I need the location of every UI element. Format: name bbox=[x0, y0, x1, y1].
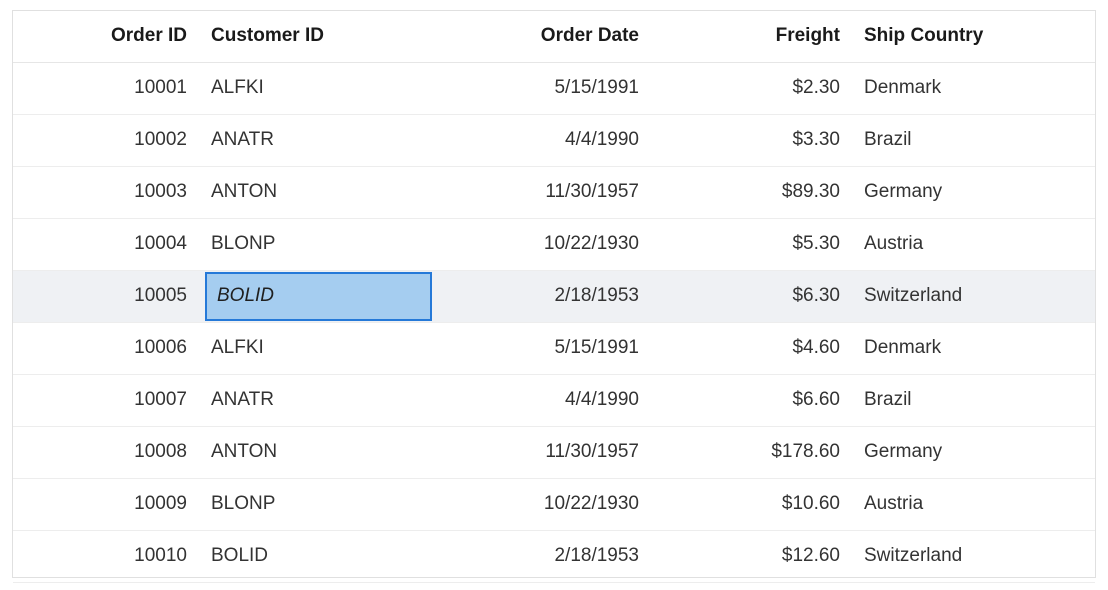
column-header-ship-country[interactable]: Ship Country bbox=[852, 11, 1095, 63]
column-header-freight[interactable]: Freight bbox=[651, 11, 852, 63]
cell-order_id[interactable]: 10001 bbox=[13, 62, 199, 115]
cell-order_date[interactable]: 11/30/1957 bbox=[438, 426, 651, 479]
cell-freight[interactable]: $5.30 bbox=[651, 218, 852, 271]
cell-customer_id[interactable]: ANATR bbox=[199, 374, 438, 427]
cell-ship_country[interactable]: Austria bbox=[852, 218, 1095, 271]
cell-freight[interactable]: $12.60 bbox=[651, 530, 852, 583]
table-row[interactable]: 10004 BLONP 10/22/1930 $5.30 Austria bbox=[13, 218, 1095, 271]
cell-customer_id-editing[interactable]: BOLID bbox=[199, 270, 438, 323]
cell-freight[interactable]: $6.30 bbox=[651, 270, 852, 323]
table-row[interactable]: 10007 ANATR 4/4/1990 $6.60 Brazil bbox=[13, 374, 1095, 427]
cell-freight[interactable]: $89.30 bbox=[651, 166, 852, 219]
cell-customer_id[interactable]: BLONP bbox=[199, 478, 438, 531]
cell-order_date[interactable]: 2/18/1953 bbox=[438, 270, 651, 323]
cell-order_date[interactable]: 10/22/1930 bbox=[438, 478, 651, 531]
cell-order_id[interactable]: 10004 bbox=[13, 218, 199, 271]
cell-customer_id[interactable]: ANTON bbox=[199, 166, 438, 219]
cell-order_id[interactable]: 10009 bbox=[13, 478, 199, 531]
cell-ship_country[interactable]: Denmark bbox=[852, 62, 1095, 115]
table-header: Order ID Customer ID Order Date Freight … bbox=[13, 11, 1095, 63]
column-header-order-id[interactable]: Order ID bbox=[13, 11, 199, 63]
data-grid: Order ID Customer ID Order Date Freight … bbox=[12, 10, 1096, 583]
cell-order_date[interactable]: 4/4/1990 bbox=[438, 374, 651, 427]
cell-freight[interactable]: $6.60 bbox=[651, 374, 852, 427]
table-body: 10001 ALFKI 5/15/1991 $2.30 Denmark 10002 ANAT… bbox=[13, 62, 1095, 583]
table-row[interactable]: 10006 ALFKI 5/15/1991 $4.60 Denmark bbox=[13, 322, 1095, 375]
cell-ship_country[interactable]: Switzerland bbox=[852, 530, 1095, 583]
cell-ship_country[interactable]: Switzerland bbox=[852, 270, 1095, 323]
cell-freight[interactable]: $178.60 bbox=[651, 426, 852, 479]
cell-order_date[interactable]: 4/4/1990 bbox=[438, 114, 651, 167]
cell-order_id[interactable]: 10008 bbox=[13, 426, 199, 479]
cell-order_id[interactable]: 10005 bbox=[13, 270, 199, 323]
cell-customer_id[interactable]: ALFKI bbox=[199, 62, 438, 115]
cell-ship_country[interactable]: Brazil bbox=[852, 114, 1095, 167]
cell-order_id[interactable]: 10007 bbox=[13, 374, 199, 427]
cell-order_id[interactable]: 10010 bbox=[13, 530, 199, 583]
table-row[interactable]: 10002 ANATR 4/4/1990 $3.30 Brazil bbox=[13, 114, 1095, 167]
cell-order_id[interactable]: 10002 bbox=[13, 114, 199, 167]
cell-ship_country[interactable]: Germany bbox=[852, 166, 1095, 219]
table-row[interactable]: 10005 BOLID 2/18/1953 $6.30 Switzerland bbox=[13, 270, 1095, 323]
cell-freight[interactable]: $3.30 bbox=[651, 114, 852, 167]
table-row[interactable]: 10001 ALFKI 5/15/1991 $2.30 Denmark bbox=[13, 62, 1095, 115]
table-row[interactable]: 10010 BOLID 2/18/1953 $12.60 Switzerland bbox=[13, 530, 1095, 583]
column-header-customer-id[interactable]: Customer ID bbox=[199, 11, 438, 63]
column-header-order-date[interactable]: Order Date bbox=[438, 11, 651, 63]
table-row[interactable]: 10003 ANTON 11/30/1957 $89.30 Germany bbox=[13, 166, 1095, 219]
cell-ship_country[interactable]: Brazil bbox=[852, 374, 1095, 427]
cell-customer_id[interactable]: BLONP bbox=[199, 218, 438, 271]
cell-customer_id[interactable]: ALFKI bbox=[199, 322, 438, 375]
cell-customer_id[interactable]: ANATR bbox=[199, 114, 438, 167]
cell-freight[interactable]: $2.30 bbox=[651, 62, 852, 115]
cell-freight[interactable]: $4.60 bbox=[651, 322, 852, 375]
cell-freight[interactable]: $10.60 bbox=[651, 478, 852, 531]
cell-order_date[interactable]: 5/15/1991 bbox=[438, 62, 651, 115]
table-row[interactable]: 10008 ANTON 11/30/1957 $178.60 Germany bbox=[13, 426, 1095, 479]
cell-ship_country[interactable]: Austria bbox=[852, 478, 1095, 531]
cell-customer_id[interactable]: BOLID bbox=[199, 530, 438, 583]
cell-customer_id[interactable]: ANTON bbox=[199, 426, 438, 479]
cell-editor-input[interactable]: BOLID bbox=[205, 271, 432, 321]
cell-order_date[interactable]: 2/18/1953 bbox=[438, 530, 651, 583]
orders-table: Order ID Customer ID Order Date Freight … bbox=[13, 11, 1095, 583]
cell-order_date[interactable]: 11/30/1957 bbox=[438, 166, 651, 219]
cell-order_id[interactable]: 10006 bbox=[13, 322, 199, 375]
cell-ship_country[interactable]: Germany bbox=[852, 426, 1095, 479]
table-row[interactable]: 10009 BLONP 10/22/1930 $10.60 Austria bbox=[13, 478, 1095, 531]
cell-order_date[interactable]: 10/22/1930 bbox=[438, 218, 651, 271]
cell-order_id[interactable]: 10003 bbox=[13, 166, 199, 219]
header-row: Order ID Customer ID Order Date Freight … bbox=[13, 11, 1095, 63]
cell-ship_country[interactable]: Denmark bbox=[852, 322, 1095, 375]
cell-order_date[interactable]: 5/15/1991 bbox=[438, 322, 651, 375]
